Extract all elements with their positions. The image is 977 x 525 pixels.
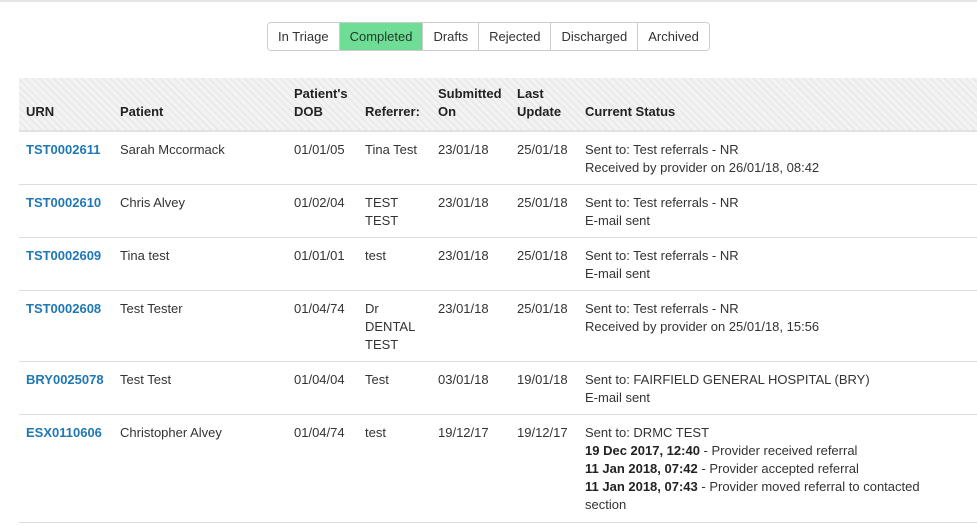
last-update-date: 19/01/18 [517, 372, 568, 387]
last-update-date: 25/01/18 [517, 248, 568, 263]
referrer: TEST TEST [365, 194, 398, 230]
submitted-date: 23/01/18 [438, 195, 489, 210]
current-status: Sent to: Test referrals - NR E-mail sent [585, 247, 955, 283]
status-line: E-mail sent [585, 266, 651, 281]
urn-link[interactable]: TST0002609 [26, 247, 101, 265]
patient-name: Test Tester [120, 301, 183, 316]
patient-dob: 01/01/05 [294, 142, 345, 157]
column-header-submitted-line2: On [438, 104, 457, 119]
status-line: Sent to: Test referrals - NR [585, 301, 739, 316]
tab-completed[interactable]: Completed [338, 23, 423, 50]
current-status: Sent to: FAIRFIELD GENERAL HOSPITAL (BRY… [585, 371, 955, 407]
status-line: section [585, 497, 627, 512]
current-status: Sent to: DRMC TEST 19 Dec 2017, 12:40 - … [585, 424, 955, 514]
status-line: Received by provider on 25/01/18, 15:56 [585, 319, 820, 334]
column-header-last-update-line2: Update [517, 104, 562, 119]
submitted-date: 19/12/17 [438, 425, 489, 440]
referrer: Tina Test [365, 141, 417, 159]
submitted-date: 03/01/18 [438, 372, 489, 387]
tab-in-triage[interactable]: In Triage [268, 23, 339, 50]
status-line: E-mail sent [585, 390, 651, 405]
status-line: Sent to: Test referrals - NR [585, 142, 739, 157]
patient-name: Test Test [120, 372, 172, 387]
column-header-submitted[interactable]: Submitted On [438, 85, 502, 121]
table-row[interactable]: TST0002609 Tina test 01/01/01 test 23/01… [19, 238, 977, 291]
table-header: URN Patient Patient's DOB Referrer: Subm… [19, 78, 977, 132]
patient-name: Christopher Alvey [120, 425, 222, 440]
status-line: Sent to: FAIRFIELD GENERAL HOSPITAL (BRY… [585, 372, 870, 387]
submitted-date: 23/01/18 [438, 301, 489, 316]
status-line: Sent to: DRMC TEST [585, 425, 710, 440]
table-row[interactable]: TST0002608 Test Tester 01/04/74 Dr DENTA… [19, 291, 977, 362]
current-status: Sent to: Test referrals - NR Received by… [585, 141, 955, 177]
column-header-patient[interactable]: Patient [120, 103, 163, 121]
status-line: 11 Jan 2018, 07:43 - Provider moved refe… [585, 479, 920, 494]
last-update-date: 25/01/18 [517, 142, 568, 157]
column-header-referrer[interactable]: Referrer: [365, 103, 420, 121]
last-update-date: 19/12/17 [517, 425, 568, 440]
status-line: 11 Jan 2018, 07:42 - Provider accepted r… [585, 461, 859, 476]
status-tabs: In Triage Completed Drafts Rejected Disc… [267, 22, 710, 51]
last-update-date: 25/01/18 [517, 195, 568, 210]
column-header-dob[interactable]: Patient's DOB [294, 85, 348, 121]
table-row[interactable]: TST0002611 Sarah Mccormack 01/01/05 Tina… [19, 132, 977, 185]
patient-name: Tina test [120, 248, 170, 263]
referrer-line: TEST [365, 195, 399, 210]
column-header-last-update-line1: Last [517, 86, 544, 101]
referrer-line: test [365, 248, 386, 263]
status-line: 19 Dec 2017, 12:40 - Provider received r… [585, 443, 858, 458]
referrer-line: TEST [365, 213, 399, 228]
patient-dob: 01/02/04 [294, 195, 345, 210]
referrer: test [365, 247, 386, 265]
patient-dob: 01/04/04 [294, 372, 345, 387]
column-header-dob-line2: DOB [294, 104, 323, 119]
urn-link[interactable]: TST0002608 [26, 300, 101, 318]
referrals-table: URN Patient Patient's DOB Referrer: Subm… [19, 78, 977, 523]
referrer: test [365, 424, 386, 442]
patient-name: Chris Alvey [120, 195, 186, 210]
status-line: Sent to: Test referrals - NR [585, 195, 739, 210]
submitted-date: 23/01/18 [438, 142, 489, 157]
tab-discharged[interactable]: Discharged [550, 23, 638, 50]
referrer-line: DENTAL [365, 319, 416, 334]
urn-link[interactable]: ESX0110606 [26, 424, 102, 442]
urn-link[interactable]: BRY0025078 [26, 371, 104, 389]
referrer-line: Test [365, 372, 389, 387]
referrer-line: test [365, 425, 386, 440]
current-status: Sent to: Test referrals - NR E-mail sent [585, 194, 955, 230]
referrer-line: Dr [365, 301, 379, 316]
column-header-submitted-line1: Submitted [438, 86, 502, 101]
column-header-dob-line1: Patient's [294, 86, 348, 101]
urn-link[interactable]: TST0002610 [26, 194, 101, 212]
table-row[interactable]: TST0002610 Chris Alvey 01/02/04 TEST TES… [19, 185, 977, 238]
status-line: E-mail sent [585, 213, 651, 228]
status-line: Sent to: Test referrals - NR [585, 248, 739, 263]
referrer-line: Tina Test [365, 142, 418, 157]
referrer: Test [365, 371, 389, 389]
column-header-current-status[interactable]: Current Status [585, 103, 955, 121]
tab-drafts[interactable]: Drafts [422, 23, 479, 50]
patient-dob: 01/04/74 [294, 425, 345, 440]
referrer: Dr DENTAL TEST [365, 300, 415, 354]
tab-rejected[interactable]: Rejected [478, 23, 551, 50]
tab-archived[interactable]: Archived [637, 23, 709, 50]
table-row[interactable]: BRY0025078 Test Test 01/04/04 Test 03/01… [19, 362, 977, 415]
column-header-last-update[interactable]: Last Update [517, 85, 561, 121]
patient-dob: 01/04/74 [294, 301, 345, 316]
table-row[interactable]: ESX0110606 Christopher Alvey 01/04/74 te… [19, 415, 977, 523]
urn-link[interactable]: TST0002611 [26, 141, 100, 159]
patient-dob: 01/01/01 [294, 248, 345, 263]
status-line: Received by provider on 26/01/18, 08:42 [585, 160, 820, 175]
patient-name: Sarah Mccormack [120, 142, 225, 157]
last-update-date: 25/01/18 [517, 301, 568, 316]
current-status: Sent to: Test referrals - NR Received by… [585, 300, 955, 336]
column-header-urn[interactable]: URN [26, 103, 54, 121]
submitted-date: 23/01/18 [438, 248, 489, 263]
referrer-line: TEST [365, 337, 399, 352]
top-divider [0, 0, 977, 2]
